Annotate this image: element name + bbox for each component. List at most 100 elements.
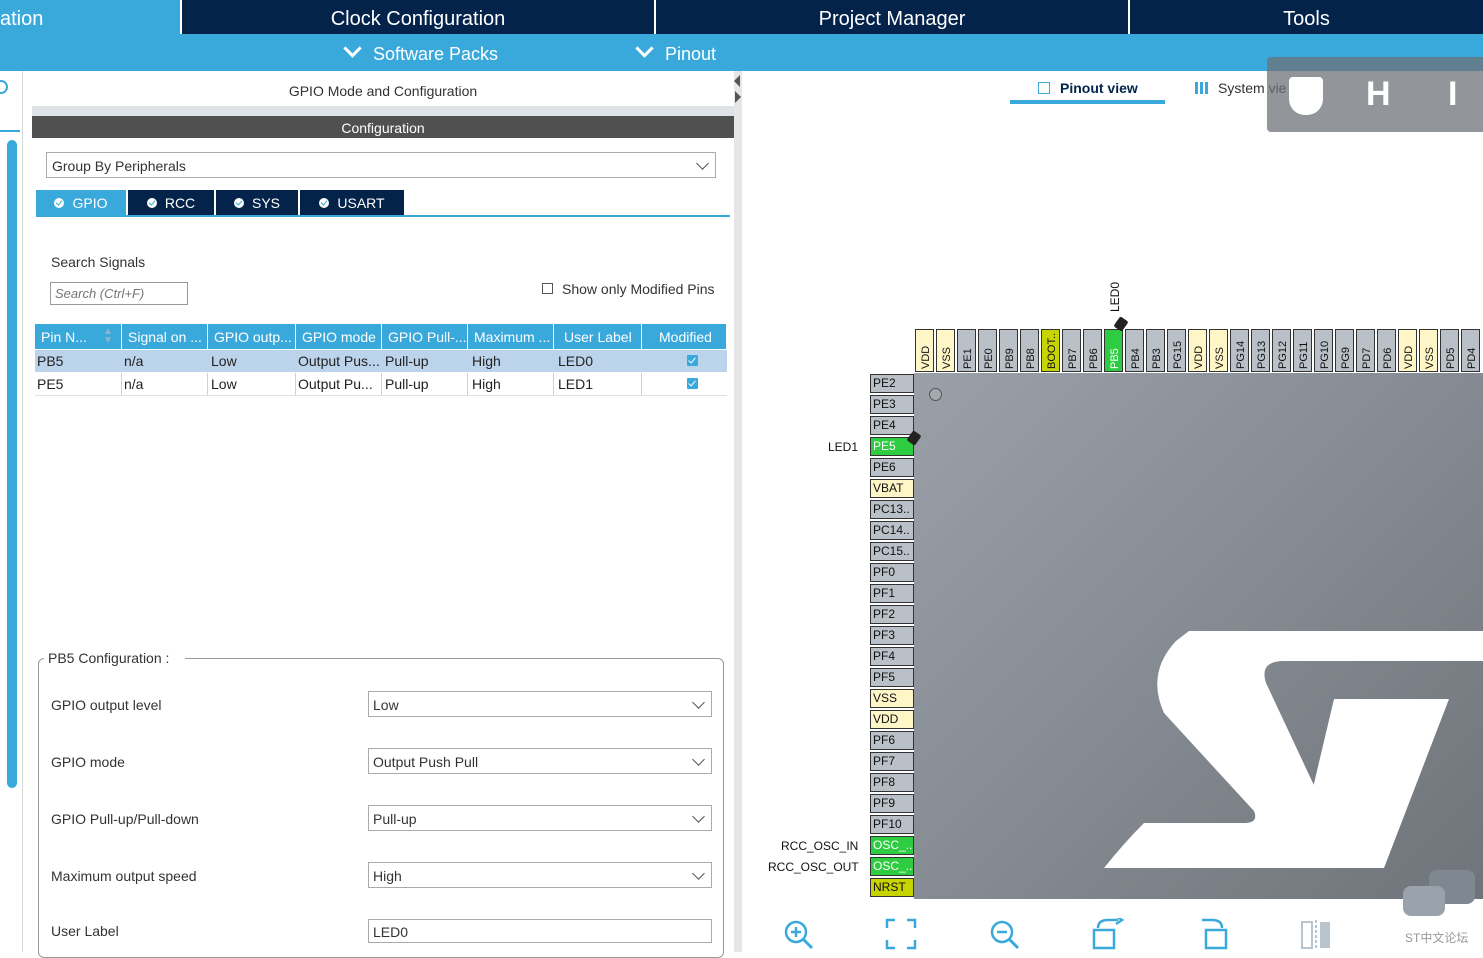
left-pin-19[interactable]: PF8 (870, 773, 914, 792)
modified-checkbox[interactable] (687, 355, 698, 366)
left-pin-7[interactable]: PC14.. (870, 521, 914, 540)
pin-label-led1: LED1 (828, 440, 859, 454)
tab-clock-configuration[interactable]: Clock Configuration (180, 0, 654, 34)
i-icon[interactable]: I (1448, 75, 1457, 114)
left-pin-15[interactable]: VSS (870, 689, 914, 708)
software-packs-menu[interactable]: Software Packs (343, 34, 499, 71)
left-pin-16[interactable]: VDD (870, 710, 914, 729)
tab-tools[interactable]: Tools (1128, 0, 1483, 34)
show-modified-checkbox[interactable] (542, 283, 553, 294)
column-header-modified[interactable]: Modified (642, 324, 727, 349)
left-pin-11[interactable]: PF2 (870, 605, 914, 624)
tab-pinout-configuration[interactable]: ation (0, 0, 180, 34)
output-level-select[interactable]: Low (368, 691, 712, 717)
left-pin-17[interactable]: PF6 (870, 731, 914, 750)
table-row[interactable]: PE5 n/a Low Output Pu... Pull-up High LE… (35, 373, 727, 396)
top-pin-13[interactable]: VDD (1188, 329, 1207, 372)
top-pin-4[interactable]: PB9 (999, 329, 1018, 372)
left-pin-4[interactable]: PE6 (870, 458, 914, 477)
top-pin-19[interactable]: PG10 (1314, 329, 1333, 372)
tab-pinout-view[interactable]: Pinout view (1060, 80, 1138, 96)
left-pin-21[interactable]: PF10 (870, 815, 914, 834)
rotate-left-icon[interactable] (1196, 918, 1230, 957)
left-pin-5[interactable]: VBAT (870, 479, 914, 498)
zoom-in-icon[interactable] (782, 918, 814, 950)
search-input[interactable] (50, 282, 188, 305)
column-header-pull[interactable]: GPIO Pull-... (382, 324, 468, 349)
rotate-right-icon[interactable] (1092, 914, 1126, 957)
left-pin-20[interactable]: PF9 (870, 794, 914, 813)
collapse-left-icon[interactable] (734, 75, 740, 87)
grid-icon (1195, 82, 1209, 94)
left-pin-9[interactable]: PF0 (870, 563, 914, 582)
top-pin-8[interactable]: PB6 (1083, 329, 1102, 372)
column-header-output-level[interactable]: GPIO outp... (208, 324, 296, 349)
left-pin-23[interactable]: OSC_.. (870, 857, 914, 876)
left-pin-6[interactable]: PC13.. (870, 500, 914, 519)
left-pin-12[interactable]: PF3 (870, 626, 914, 645)
modified-checkbox[interactable] (687, 378, 698, 389)
top-pin-12[interactable]: PG15 (1167, 329, 1186, 372)
usb-icon[interactable] (1289, 77, 1323, 115)
pull-select[interactable]: Pull-up (368, 805, 712, 831)
top-pin-18[interactable]: PG11 (1293, 329, 1312, 372)
column-header-user-label[interactable]: User Label (554, 324, 642, 349)
left-pin-13[interactable]: PF4 (870, 647, 914, 666)
gpio-mode-select[interactable]: Output Push Pull (368, 748, 712, 774)
menu-label: Software Packs (373, 44, 499, 64)
collapse-right-icon[interactable] (735, 91, 741, 103)
top-pin-7[interactable]: PB7 (1062, 329, 1081, 372)
top-pin-22[interactable]: PD6 (1377, 329, 1396, 372)
column-header-max-speed[interactable]: Maximum ... (468, 324, 554, 349)
left-pin-18[interactable]: PF7 (870, 752, 914, 771)
tab-usart[interactable]: USART (300, 190, 404, 215)
left-pin-0[interactable]: PE2 (870, 374, 914, 393)
pinout-menu[interactable]: Pinout (635, 34, 716, 71)
top-pin-5[interactable]: PB8 (1020, 329, 1039, 372)
user-label-input[interactable]: LED0 (368, 919, 712, 943)
top-pin-14[interactable]: VSS (1209, 329, 1228, 372)
top-pin-15[interactable]: PG14 (1230, 329, 1249, 372)
left-pin-14[interactable]: PF5 (870, 668, 914, 687)
top-pin-17[interactable]: PG12 (1272, 329, 1291, 372)
top-pin-25[interactable]: PD5 (1440, 329, 1459, 372)
max-speed-select[interactable]: High (368, 862, 712, 888)
fit-screen-icon[interactable] (885, 918, 917, 957)
top-pin-23[interactable]: VDD (1398, 329, 1417, 372)
top-pin-0[interactable]: VDD (915, 329, 934, 372)
left-pin-24[interactable]: NRST (870, 878, 914, 897)
scrollbar[interactable] (7, 140, 17, 788)
top-pin-21[interactable]: PD7 (1356, 329, 1375, 372)
top-pin-11[interactable]: PB3 (1146, 329, 1165, 372)
mirror-icon[interactable] (1300, 918, 1334, 957)
top-pin-16[interactable]: PG13 (1251, 329, 1270, 372)
top-pin-24[interactable]: VSS (1419, 329, 1438, 372)
column-header-gpio-mode[interactable]: GPIO mode (296, 324, 382, 349)
group-by-select[interactable]: Group By Peripherals (46, 152, 716, 178)
table-cell: High (468, 350, 554, 372)
top-pin-10[interactable]: PB4 (1125, 329, 1144, 372)
tab-sys[interactable]: SYS (216, 190, 298, 215)
column-header-pin-name[interactable]: Pin N... ▲ ▼ (35, 324, 122, 349)
left-pin-10[interactable]: PF1 (870, 584, 914, 603)
panel-splitter[interactable] (734, 71, 742, 952)
top-pin-3[interactable]: PE0 (978, 329, 997, 372)
left-pin-8[interactable]: PC15.. (870, 542, 914, 561)
tab-project-manager[interactable]: Project Manager (654, 0, 1128, 34)
tab-gpio[interactable]: GPIO (36, 190, 126, 215)
h-icon[interactable]: H (1366, 75, 1391, 114)
top-pin-26[interactable]: PD4 (1461, 329, 1480, 372)
left-pin-1[interactable]: PE3 (870, 395, 914, 414)
table-row[interactable]: PB5 n/a Low Output Pus... Pull-up High L… (35, 350, 727, 372)
top-pin-2[interactable]: PE1 (957, 329, 976, 372)
left-pin-22[interactable]: OSC_.. (870, 836, 914, 855)
zoom-out-icon[interactable] (988, 918, 1020, 957)
top-pin-20[interactable]: PG9 (1335, 329, 1354, 372)
column-header-signal[interactable]: Signal on ... (122, 324, 208, 349)
left-pin-2[interactable]: PE4 (870, 416, 914, 435)
top-pin-6[interactable]: BOOT.. (1041, 329, 1060, 372)
top-pin-9[interactable]: PB5 (1104, 329, 1123, 372)
pin-name: PG11 (1298, 341, 1310, 369)
top-pin-1[interactable]: VSS (936, 329, 955, 372)
tab-rcc[interactable]: RCC (128, 190, 214, 215)
